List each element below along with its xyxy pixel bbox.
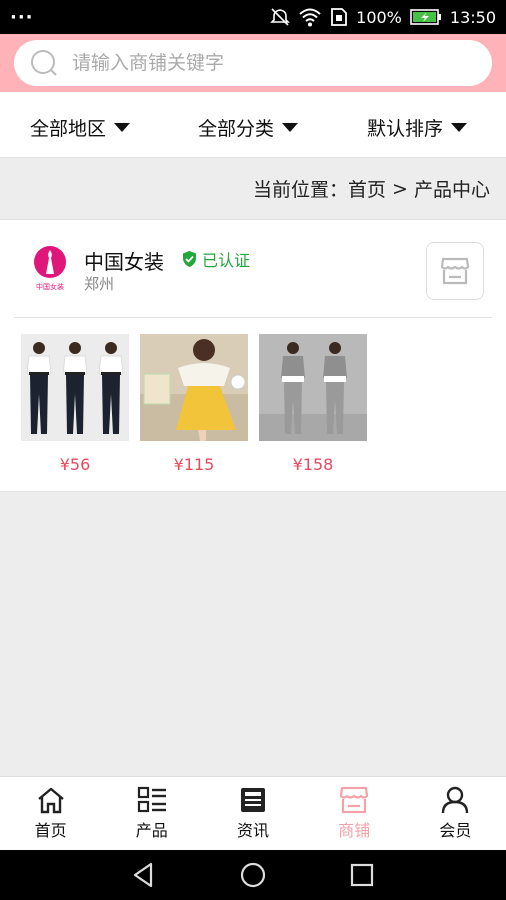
search-input[interactable] xyxy=(72,52,452,74)
product-price: ¥158 xyxy=(292,455,334,474)
status-bar: ··· 100% 13:50 xyxy=(0,0,506,34)
tab-member-label: 会员 xyxy=(439,821,472,840)
product-list-icon xyxy=(137,786,166,813)
caret-down-icon xyxy=(451,123,468,132)
breadcrumb-prefix: 当前位置： xyxy=(252,179,348,201)
bottom-tab-bar: 首页 产品 资讯 商铺 会员 xyxy=(0,776,506,850)
caret-down-icon xyxy=(114,123,131,132)
menu-dots: ··· xyxy=(10,6,34,28)
product-price: ¥56 xyxy=(59,455,91,474)
product-item[interactable]: ¥56 xyxy=(21,334,129,474)
filter-region[interactable]: 全部地区 xyxy=(30,114,131,141)
search-icon xyxy=(31,50,57,76)
tab-products-label: 产品 xyxy=(135,821,168,840)
filter-bar: 全部地区 全部分类 默认排序 xyxy=(0,92,506,158)
shop-header: 中国女装 中国女装 已认证 郑州 xyxy=(14,220,492,318)
product-item[interactable]: ¥158 xyxy=(259,334,367,474)
shield-check-icon xyxy=(183,251,196,267)
news-icon xyxy=(241,788,265,812)
store-icon xyxy=(340,786,369,814)
caret-down-icon xyxy=(282,123,299,132)
battery-icon xyxy=(410,9,441,25)
recents-icon[interactable] xyxy=(349,862,375,888)
clock: 13:50 xyxy=(449,7,496,27)
product-image[interactable] xyxy=(259,334,367,441)
filter-category[interactable]: 全部分类 xyxy=(198,114,299,141)
product-image[interactable] xyxy=(140,334,248,441)
tab-stores[interactable]: 商铺 xyxy=(304,777,405,850)
search-header xyxy=(0,34,506,92)
tab-home[interactable]: 首页 xyxy=(0,777,101,850)
tab-news[interactable]: 资讯 xyxy=(202,777,303,850)
enter-store-button[interactable] xyxy=(426,242,484,300)
back-icon[interactable] xyxy=(131,862,157,888)
home-icon xyxy=(37,787,64,814)
shop-logo: 中国女装 xyxy=(34,246,66,291)
breadcrumb-separator: > xyxy=(385,177,414,200)
search-bar[interactable] xyxy=(14,40,492,86)
shop-name[interactable]: 中国女装 xyxy=(84,246,164,275)
verified-label: 已认证 xyxy=(202,251,251,270)
product-image[interactable] xyxy=(21,334,129,441)
tab-stores-label: 商铺 xyxy=(338,821,371,840)
shop-city: 郑州 xyxy=(84,275,115,293)
breadcrumb-home[interactable]: 首页 xyxy=(348,175,386,202)
product-item[interactable]: ¥115 xyxy=(140,334,248,474)
battery-percent: 100% xyxy=(356,7,402,27)
tab-products[interactable]: 产品 xyxy=(101,777,202,850)
tab-home-label: 首页 xyxy=(34,821,67,840)
wifi-icon xyxy=(299,8,321,27)
verified-badge: 已认证 xyxy=(182,247,250,271)
tab-news-label: 资讯 xyxy=(237,821,270,840)
product-list: ¥56 ¥115 ¥158 xyxy=(21,334,367,474)
mute-icon xyxy=(270,8,291,26)
filter-region-label: 全部地区 xyxy=(30,118,107,140)
svg-text:中国女装: 中国女装 xyxy=(36,282,64,291)
filter-sort-label: 默认排序 xyxy=(367,118,444,140)
product-price: ¥115 xyxy=(173,455,215,474)
store-icon xyxy=(440,257,470,285)
tab-member[interactable]: 会员 xyxy=(405,777,506,850)
filter-category-label: 全部分类 xyxy=(198,118,275,140)
breadcrumb: 当前位置： 首页 > 产品中心 xyxy=(0,158,506,220)
filter-sort[interactable]: 默认排序 xyxy=(367,114,468,141)
shop-card[interactable]: 中国女装 中国女装 已认证 郑州 ¥56 ¥115 ¥158 xyxy=(0,220,506,492)
system-nav-bar xyxy=(0,850,506,900)
home-circle-icon[interactable] xyxy=(240,862,266,888)
user-icon xyxy=(442,786,469,814)
breadcrumb-current: 产品中心 xyxy=(413,179,490,201)
sim-icon xyxy=(331,8,348,26)
